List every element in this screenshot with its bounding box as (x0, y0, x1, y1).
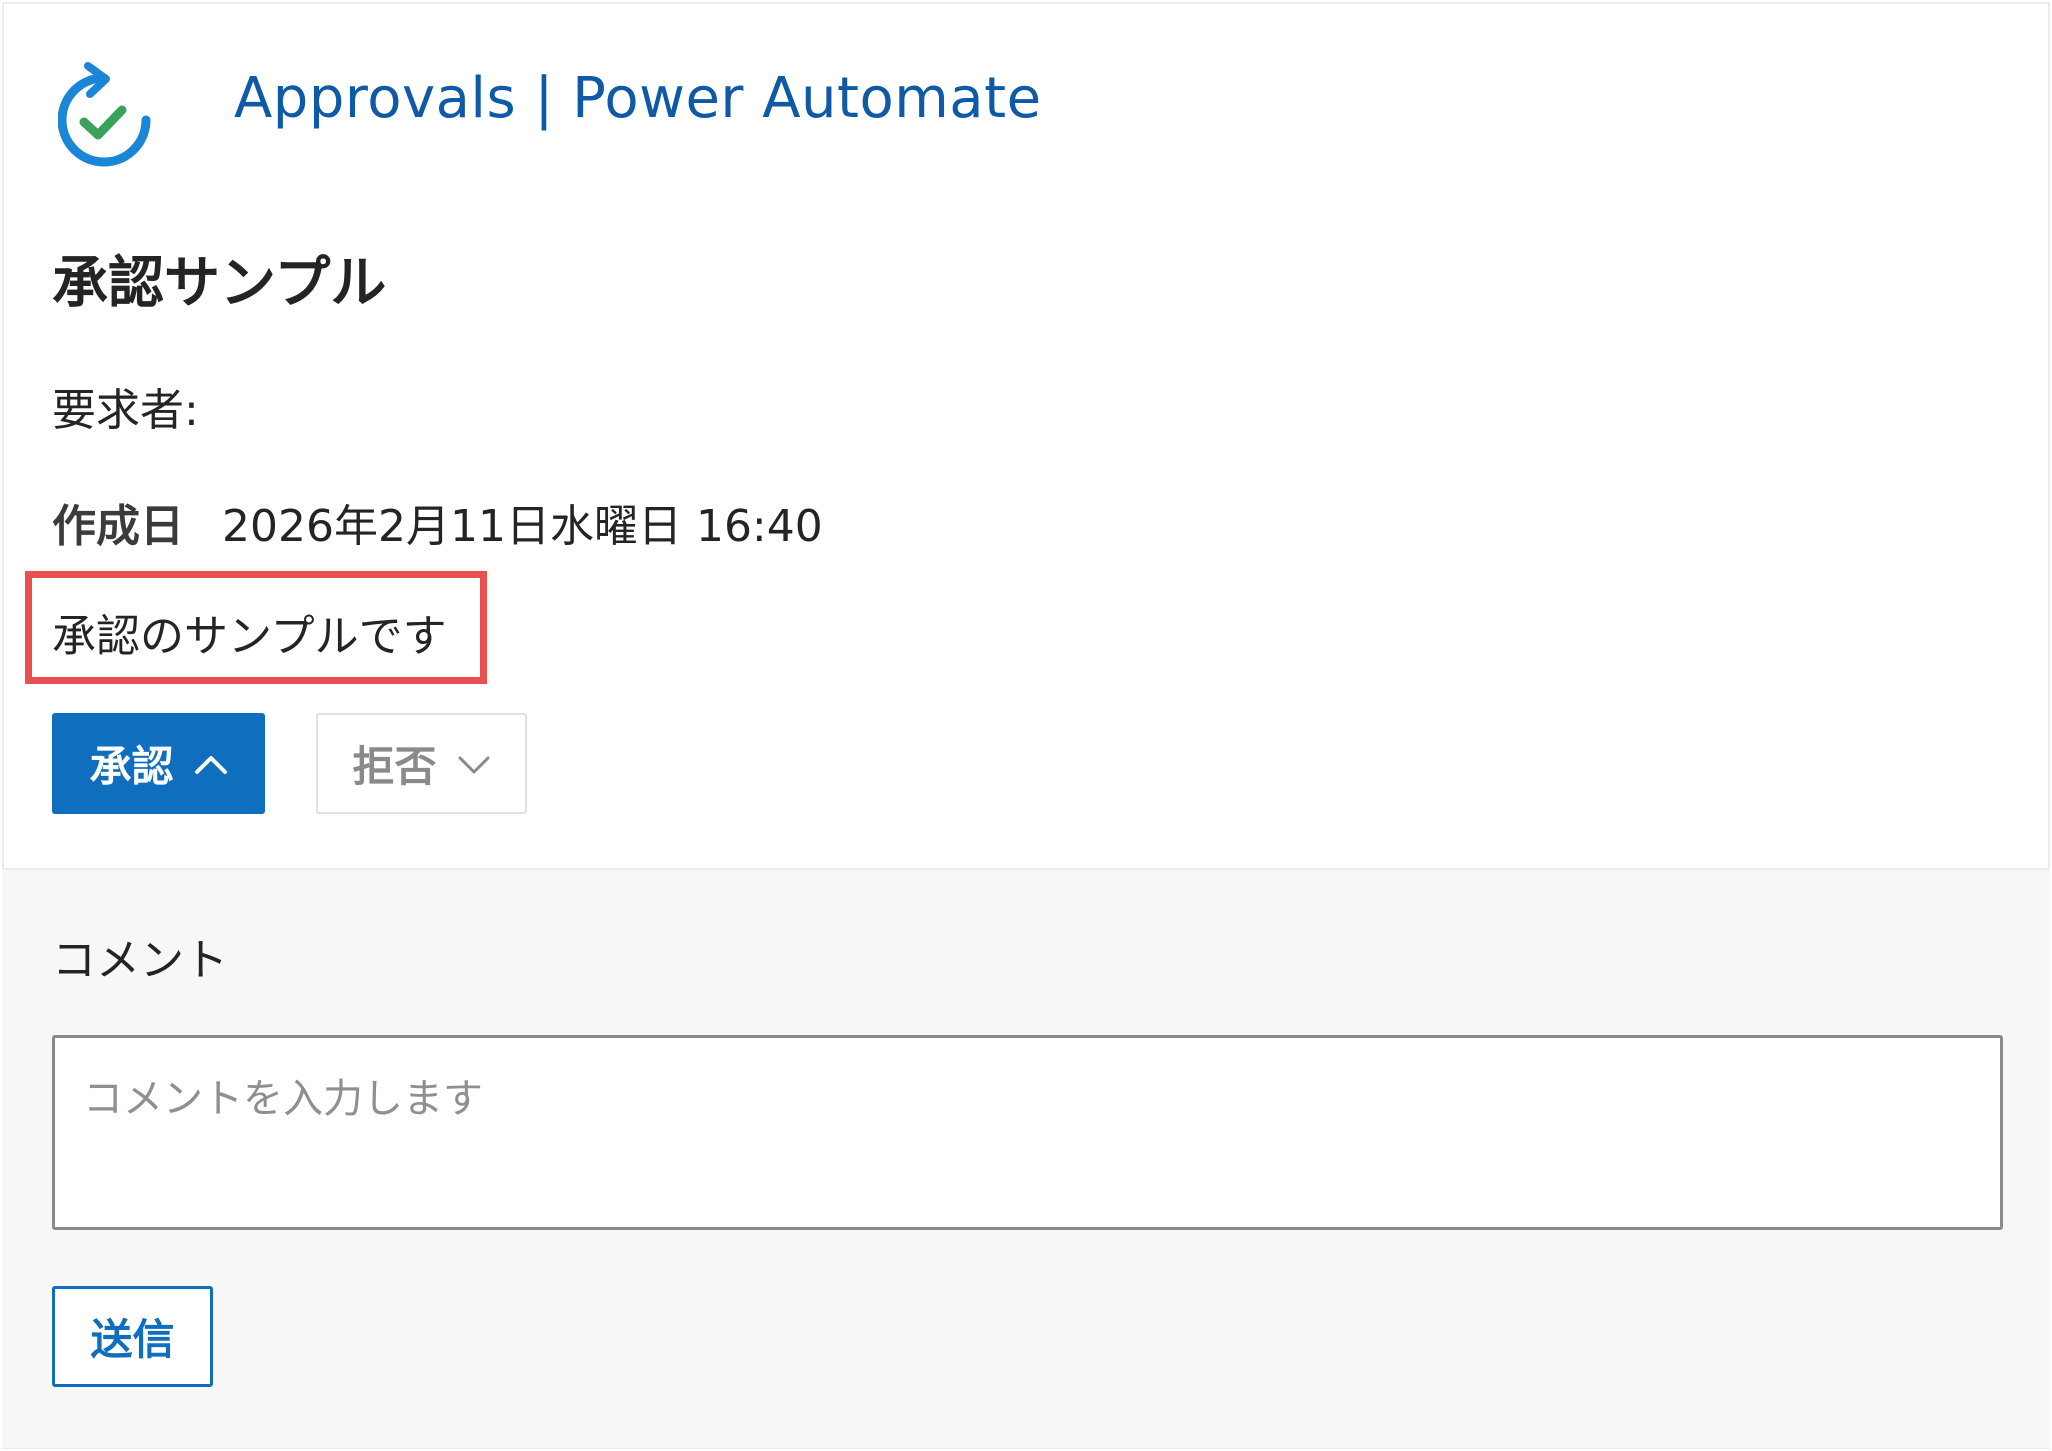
requester-label: 要求者: (52, 385, 199, 436)
send-button[interactable]: 送信 (52, 1286, 213, 1387)
comment-input[interactable] (52, 1035, 2003, 1230)
reject-button-label: 拒否 (352, 742, 437, 791)
created-value: 2026年2月11日水曜日 16:40 (222, 501, 823, 552)
approval-title: 承認サンプル (52, 251, 387, 316)
approve-button[interactable]: 承認 (52, 713, 265, 814)
created-label: 作成日 (52, 501, 184, 552)
comment-label: コメント (52, 935, 228, 986)
created-row: 作成日 2026年2月11日水曜日 16:40 (52, 490, 823, 554)
send-button-label: 送信 (90, 1315, 175, 1364)
reject-button[interactable]: 拒否 (316, 713, 527, 814)
chevron-up-icon (194, 755, 227, 774)
approvals-refresh-check-icon (58, 62, 151, 167)
approval-description: 承認のサンプルです (52, 611, 447, 662)
approve-button-label: 承認 (89, 742, 174, 791)
header: Approvals | Power Automate (58, 56, 1041, 186)
requester-row: 要求者: (52, 374, 199, 438)
chevron-down-icon (458, 756, 489, 773)
app-title: Approvals | Power Automate (234, 66, 1042, 131)
